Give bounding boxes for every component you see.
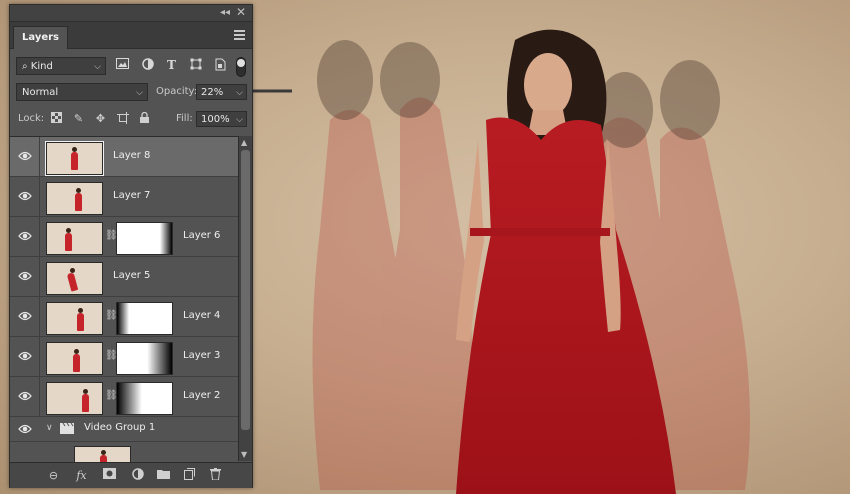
add-mask-icon[interactable]	[102, 468, 117, 483]
visibility-eye-icon[interactable]	[18, 229, 32, 243]
tab-layers[interactable]: Layers	[13, 26, 68, 49]
visibility-eye-icon[interactable]	[18, 189, 32, 203]
expand-group-chevron-icon[interactable]: ∨	[46, 423, 53, 433]
search-icon: ⌕	[22, 61, 28, 72]
layer-thumbnail[interactable]	[46, 342, 103, 375]
opacity-value: 22%	[201, 87, 224, 98]
opacity-label: Opacity:	[156, 86, 198, 97]
type-filter-icon[interactable]: T	[164, 58, 179, 73]
row-separator	[39, 177, 40, 216]
layer-mask-thumbnail[interactable]	[116, 382, 173, 415]
close-panel-icon[interactable]: ✕	[236, 5, 246, 19]
chevron-down-icon: ⌵	[136, 88, 143, 98]
panel-title-strip: ◂◂ ✕	[10, 5, 252, 22]
image-filter-icon[interactable]	[115, 58, 130, 73]
row-separator	[39, 337, 40, 376]
layer-name[interactable]: Layer 5	[113, 270, 150, 281]
filter-kind-select[interactable]: ⌕ Kind ⌵	[16, 57, 106, 75]
layer-thumbnail[interactable]	[46, 262, 103, 295]
group-name[interactable]: Video Group 1	[84, 422, 155, 433]
row-separator	[39, 257, 40, 296]
shape-filter-icon[interactable]	[188, 58, 203, 73]
layer-thumbnail[interactable]	[45, 141, 104, 176]
opacity-field[interactable]: 22% ⌵	[196, 84, 247, 100]
layer-mask-thumbnail[interactable]	[116, 222, 173, 255]
layer-thumbnail[interactable]	[74, 446, 131, 462]
visibility-eye-icon[interactable]	[18, 349, 32, 363]
layer-row[interactable]: ⛓ Layer 4	[10, 297, 238, 337]
layer-thumbnail[interactable]	[46, 222, 103, 255]
new-group-icon[interactable]	[156, 468, 171, 483]
chevron-down-icon: ⌵	[236, 88, 243, 98]
layer-row[interactable]: ⛓ Layer 6	[10, 217, 238, 257]
visibility-eye-icon[interactable]	[18, 309, 32, 323]
visibility-eye-icon[interactable]	[18, 422, 32, 436]
lock-position-icon[interactable]: ✥	[94, 112, 107, 125]
layer-row[interactable]	[10, 442, 238, 462]
layer-thumbnail[interactable]	[46, 182, 103, 215]
video-clapper-icon	[60, 422, 74, 434]
row-separator	[39, 217, 40, 256]
lock-image-pixels-icon[interactable]: ✎	[72, 112, 85, 125]
layers-panel: ◂◂ ✕ Layers ⌕ Kind ⌵ T Normal ⌵ Opacity:…	[9, 4, 253, 488]
video-group-row[interactable]: ∨ Video Group 1	[10, 417, 238, 442]
smart-object-filter-icon[interactable]	[212, 58, 227, 73]
fx-icon[interactable]: fx	[74, 468, 89, 483]
scrollbar-thumb[interactable]	[241, 150, 250, 430]
layer-name[interactable]: Layer 6	[183, 230, 220, 241]
visibility-eye-icon[interactable]	[18, 149, 32, 163]
lock-transparent-pixels-icon[interactable]	[50, 112, 63, 125]
scroll-up-icon[interactable]: ▲	[241, 138, 247, 147]
lock-artboard-icon[interactable]	[116, 112, 129, 125]
filter-kind-label: Kind	[30, 61, 53, 72]
layer-thumbnail[interactable]	[46, 302, 103, 335]
chevron-down-icon: ⌵	[94, 62, 101, 72]
layer-row[interactable]: Layer 8	[10, 137, 238, 177]
row-separator	[39, 137, 40, 176]
new-layer-icon[interactable]	[182, 468, 197, 483]
layer-row[interactable]: ⛓ Layer 2	[10, 377, 238, 417]
row-separator	[39, 297, 40, 336]
new-adjustment-icon[interactable]	[130, 468, 145, 483]
blend-mode-value: Normal	[22, 87, 59, 98]
visibility-eye-icon[interactable]	[18, 269, 32, 283]
layer-mask-thumbnail[interactable]	[116, 302, 173, 335]
blend-mode-select[interactable]: Normal ⌵	[16, 83, 148, 101]
link-layers-icon[interactable]: ⊖	[46, 468, 61, 483]
fill-label: Fill:	[176, 113, 193, 124]
layer-name[interactable]: Layer 8	[113, 150, 150, 161]
blend-row: Normal ⌵ Opacity: 22% ⌵	[10, 82, 252, 102]
layer-row[interactable]: Layer 5	[10, 257, 238, 297]
layer-row[interactable]: ⛓ Layer 3	[10, 337, 238, 377]
layer-list-scrollbar[interactable]: ▲ ▼	[238, 136, 252, 461]
layer-name[interactable]: Layer 4	[183, 310, 220, 321]
layer-mask-thumbnail[interactable]	[116, 342, 173, 375]
visibility-eye-icon[interactable]	[18, 389, 32, 403]
layer-name[interactable]: Layer 3	[183, 350, 220, 361]
collapse-panel-icon[interactable]: ◂◂	[220, 7, 230, 18]
layer-name[interactable]: Layer 7	[113, 190, 150, 201]
row-separator	[39, 377, 40, 416]
filter-row: ⌕ Kind ⌵ T	[10, 55, 252, 77]
adjustment-filter-icon[interactable]	[140, 58, 155, 73]
lock-row: Lock: ✎ ✥ Fill: 100% ⌵	[10, 110, 252, 130]
delete-layer-icon[interactable]	[208, 468, 223, 483]
fill-field[interactable]: 100% ⌵	[196, 111, 247, 127]
lock-all-icon[interactable]	[138, 111, 151, 125]
lock-label: Lock:	[18, 113, 45, 124]
filter-toggle-switch[interactable]	[236, 57, 246, 77]
chevron-down-icon: ⌵	[236, 115, 243, 125]
fill-value: 100%	[201, 114, 230, 125]
panel-tab-bar: Layers	[10, 22, 252, 49]
layer-list: Layer 8 Layer 7 ⛓ Layer 6 Layer 5 ⛓ Laye…	[10, 136, 238, 462]
layer-row[interactable]: Layer 7	[10, 177, 238, 217]
scroll-down-icon[interactable]: ▼	[241, 450, 247, 459]
layer-name[interactable]: Layer 2	[183, 390, 220, 401]
layers-bottom-toolbar: ⊖ fx	[10, 462, 252, 488]
layer-thumbnail[interactable]	[46, 382, 103, 415]
panel-menu-icon[interactable]	[234, 30, 245, 42]
